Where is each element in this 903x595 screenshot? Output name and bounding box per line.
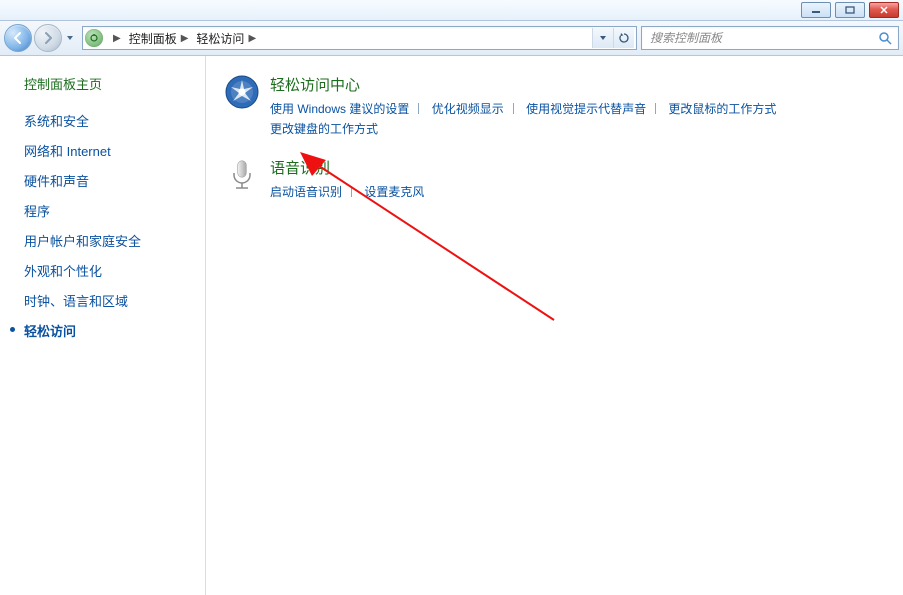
sidebar-item-system-safety[interactable]: 系统和安全 (24, 107, 195, 134)
address-bar[interactable]: ▶ 控制面板 ▶ 轻松访问 ▶ (82, 26, 637, 50)
sidebar-item-label: 系统和安全 (24, 114, 89, 129)
close-button[interactable] (869, 2, 899, 18)
main-content: 轻松访问中心 使用 Windows 建议的设置 优化视频显示 使用视觉提示代替声… (206, 56, 903, 595)
sidebar-item-hardware-sound[interactable]: 硬件和声音 (24, 167, 195, 194)
link-change-mouse[interactable]: 更改鼠标的工作方式 (668, 102, 776, 116)
sidebar: 控制面板主页 系统和安全 网络和 Internet 硬件和声音 程序 用户帐户和… (0, 56, 206, 595)
breadcrumb-label: 控制面板 (129, 30, 177, 47)
forward-button[interactable] (34, 24, 62, 52)
control-panel-icon (85, 29, 103, 47)
link-separator (655, 103, 656, 114)
category-ease-of-access-center: 轻松访问中心 使用 Windows 建议的设置 优化视频显示 使用视觉提示代替声… (224, 74, 873, 139)
category-speech-recognition: 语音识别 启动语音识别 设置麦克风 (224, 157, 873, 202)
window-title-bar (0, 0, 903, 21)
address-dropdown-button[interactable] (592, 28, 613, 48)
microphone-icon (224, 157, 260, 193)
sidebar-home-link[interactable]: 控制面板主页 (24, 74, 195, 93)
link-visual-cues-sound[interactable]: 使用视觉提示代替声音 (526, 102, 646, 116)
link-change-keyboard[interactable]: 更改键盘的工作方式 (270, 122, 378, 136)
sidebar-item-ease-of-access[interactable]: 轻松访问 (24, 317, 195, 344)
sidebar-item-user-accounts[interactable]: 用户帐户和家庭安全 (24, 227, 195, 254)
sidebar-item-label: 程序 (24, 204, 50, 219)
breadcrumb-label: 轻松访问 (196, 30, 244, 47)
nav-bar: ▶ 控制面板 ▶ 轻松访问 ▶ (0, 21, 903, 56)
search-input[interactable] (648, 30, 874, 46)
category-title[interactable]: 语音识别 (270, 157, 873, 178)
sidebar-item-network-internet[interactable]: 网络和 Internet (24, 137, 195, 164)
history-dropdown-icon[interactable] (64, 25, 76, 51)
sidebar-item-label: 轻松访问 (24, 324, 76, 339)
link-separator (351, 186, 352, 197)
back-button[interactable] (4, 24, 32, 52)
sidebar-item-label: 网络和 Internet (24, 144, 111, 159)
breadcrumb-item[interactable]: 控制面板 ▶ (125, 28, 193, 48)
minimize-button[interactable] (801, 2, 831, 18)
sidebar-item-label: 时钟、语言和区域 (24, 294, 128, 309)
sidebar-item-programs[interactable]: 程序 (24, 197, 195, 224)
sidebar-item-clock-lang-region[interactable]: 时钟、语言和区域 (24, 287, 195, 314)
ease-of-access-icon (224, 74, 260, 110)
search-box[interactable] (641, 26, 899, 50)
search-icon (876, 29, 894, 47)
link-start-speech-recognition[interactable]: 启动语音识别 (270, 185, 342, 199)
chevron-right-icon: ▶ (113, 33, 121, 44)
refresh-button[interactable] (613, 28, 634, 48)
sidebar-item-label: 外观和个性化 (24, 264, 102, 279)
sidebar-item-label: 用户帐户和家庭安全 (24, 234, 141, 249)
chevron-right-icon: ▶ (248, 33, 256, 44)
category-title[interactable]: 轻松访问中心 (270, 74, 873, 95)
link-separator (418, 103, 419, 114)
chevron-right-icon: ▶ (181, 33, 189, 44)
sidebar-item-appearance[interactable]: 外观和个性化 (24, 257, 195, 284)
link-separator (513, 103, 514, 114)
link-windows-suggestions[interactable]: 使用 Windows 建议的设置 (270, 102, 409, 116)
maximize-button[interactable] (835, 2, 865, 18)
link-setup-microphone[interactable]: 设置麦克风 (364, 185, 424, 199)
breadcrumb-item[interactable]: 轻松访问 ▶ (192, 28, 260, 48)
sidebar-item-label: 硬件和声音 (24, 174, 89, 189)
link-optimize-visual[interactable]: 优化视频显示 (432, 102, 504, 116)
breadcrumb-root[interactable]: ▶ (105, 28, 125, 48)
